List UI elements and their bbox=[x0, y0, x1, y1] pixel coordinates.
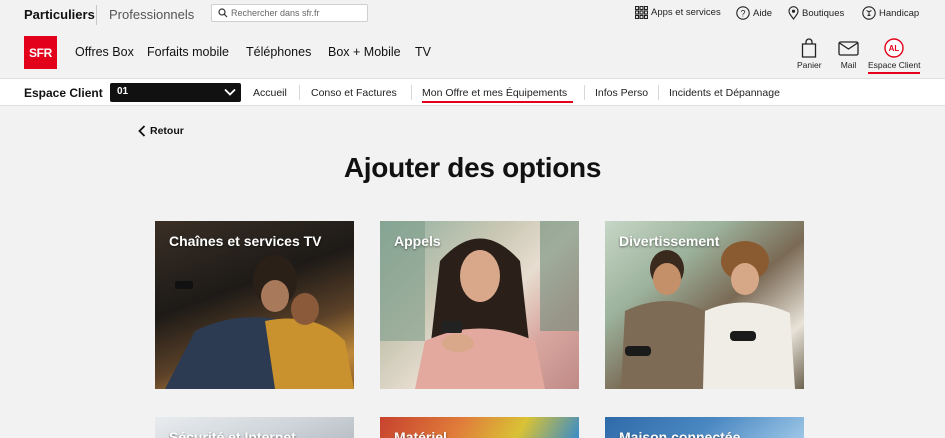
chevron-down-icon bbox=[224, 88, 236, 96]
espace-client-label: Espace Client bbox=[868, 60, 921, 70]
aide-label: Aide bbox=[753, 7, 773, 19]
active-tab-underline bbox=[422, 101, 573, 103]
card-label: Maison connectée bbox=[619, 429, 741, 438]
card-label: Matériel bbox=[394, 429, 447, 438]
handicap-link[interactable]: Handicap bbox=[862, 6, 919, 20]
tab-divider bbox=[411, 85, 412, 100]
page-title: Ajouter des options bbox=[343, 152, 602, 183]
espace-client-active-underline bbox=[868, 72, 920, 74]
svg-text:AL: AL bbox=[889, 44, 900, 53]
tab-incidents-depannage[interactable]: Incidents et Dépannage bbox=[669, 87, 780, 99]
apps-services-label: Apps et services bbox=[651, 7, 721, 18]
back-button[interactable]: Retour bbox=[138, 125, 184, 137]
option-card-appels[interactable]: Appels bbox=[380, 221, 579, 389]
chevron-left-icon bbox=[138, 125, 146, 137]
mail-icon bbox=[838, 41, 859, 56]
panier-label: Panier bbox=[797, 60, 822, 70]
sfr-logo[interactable]: SFR bbox=[24, 36, 57, 69]
aide-link[interactable]: ? Aide bbox=[736, 6, 772, 20]
card-label: Divertissement bbox=[619, 233, 720, 249]
line-selector[interactable]: 01 bbox=[110, 83, 241, 102]
user-avatar-icon: AL bbox=[884, 38, 904, 58]
espace-client-button[interactable]: AL Espace Client bbox=[868, 38, 920, 70]
tab-mon-offre-equipements[interactable]: Mon Offre et mes Équipements bbox=[422, 87, 567, 99]
option-card-tv[interactable]: Chaînes et services TV bbox=[155, 221, 354, 389]
boutiques-link[interactable]: Boutiques bbox=[788, 6, 844, 20]
panier-button[interactable]: Panier bbox=[797, 38, 822, 70]
option-card-securite[interactable]: Sécurité et Internet bbox=[155, 417, 354, 438]
tab-divider bbox=[584, 85, 585, 100]
segment-professionnels[interactable]: Professionnels bbox=[109, 7, 194, 22]
search-input[interactable] bbox=[231, 6, 365, 20]
location-pin-icon bbox=[788, 6, 799, 20]
line-selector-value: 01 bbox=[117, 86, 129, 97]
espace-client-title: Espace Client bbox=[24, 86, 103, 100]
nav-tv[interactable]: TV bbox=[415, 45, 431, 59]
handicap-label: Handicap bbox=[879, 7, 920, 19]
nav-offres-box[interactable]: Offres Box bbox=[75, 45, 134, 59]
back-label: Retour bbox=[150, 125, 184, 137]
search-box[interactable] bbox=[211, 4, 368, 22]
apps-grid-icon bbox=[635, 6, 648, 19]
segment-particuliers[interactable]: Particuliers bbox=[24, 7, 95, 22]
search-icon bbox=[218, 8, 228, 18]
mail-label: Mail bbox=[840, 60, 857, 70]
help-icon: ? bbox=[736, 6, 750, 20]
apps-services-link[interactable]: Apps et services bbox=[635, 6, 721, 19]
nav-forfaits-mobile[interactable]: Forfaits mobile bbox=[147, 45, 229, 59]
main-header: SFR Offres Box Forfaits mobile Téléphone… bbox=[0, 30, 945, 78]
tab-accueil[interactable]: Accueil bbox=[253, 87, 287, 99]
nav-box-mobile[interactable]: Box + Mobile bbox=[328, 45, 401, 59]
card-label: Sécurité et Internet bbox=[169, 429, 296, 438]
svg-text:?: ? bbox=[740, 9, 745, 19]
card-label: Chaînes et services TV bbox=[169, 233, 322, 249]
nav-telephones[interactable]: Téléphones bbox=[246, 45, 311, 59]
shopping-bag-icon bbox=[802, 38, 817, 58]
option-card-maison[interactable]: Maison connectée bbox=[605, 417, 804, 438]
card-label: Appels bbox=[394, 233, 441, 249]
tab-divider bbox=[299, 85, 300, 100]
boutiques-label: Boutiques bbox=[802, 7, 845, 19]
accessibility-icon bbox=[862, 6, 876, 20]
option-card-divertissement[interactable]: Divertissement bbox=[605, 221, 804, 389]
segment-divider bbox=[96, 5, 97, 25]
tab-infos-perso[interactable]: Infos Perso bbox=[595, 87, 648, 99]
tab-divider bbox=[658, 85, 659, 100]
mail-button[interactable]: Mail bbox=[838, 38, 859, 70]
tab-conso-factures[interactable]: Conso et Factures bbox=[311, 87, 397, 99]
espace-client-bar: Espace Client 01 Accueil Conso et Factur… bbox=[0, 78, 945, 106]
top-utility-bar: Particuliers Professionnels Apps et serv… bbox=[0, 0, 945, 30]
option-card-materiel[interactable]: Matériel bbox=[380, 417, 579, 438]
